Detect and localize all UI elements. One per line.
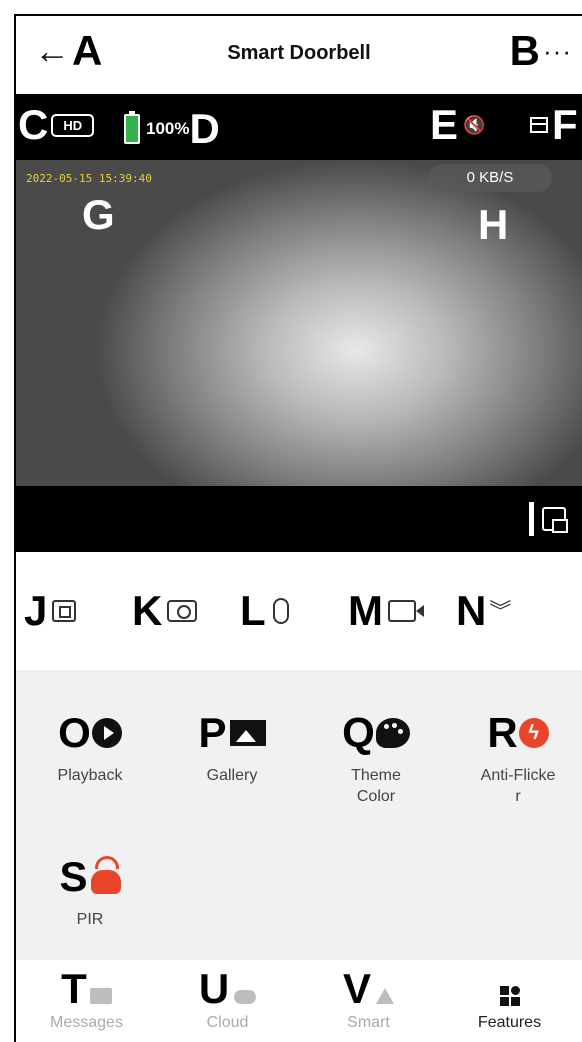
record-button[interactable]: M <box>348 590 456 632</box>
marker-r: R <box>487 709 517 756</box>
more-dots-icon: ··· <box>543 35 572 66</box>
hd-toggle[interactable]: C HD <box>18 101 95 148</box>
nav-cloud[interactable]: U Cloud <box>157 960 298 1042</box>
feature-gallery[interactable]: P Gallery <box>162 710 302 787</box>
marker-e: E <box>430 101 458 148</box>
nav-label: Features <box>477 1014 542 1031</box>
marker-f: F <box>552 101 578 148</box>
feature-anti-flicker[interactable]: R ϟ Anti-Flicke r <box>448 710 582 808</box>
marker-v: V <box>342 965 371 1012</box>
nav-smart[interactable]: V Smart <box>298 960 439 1042</box>
marker-u: U <box>198 965 229 1012</box>
nav-messages[interactable]: T Messages <box>16 960 157 1042</box>
flash-icon: ϟ <box>518 718 549 748</box>
nav-label: Smart <box>347 1014 390 1031</box>
fullscreen-button[interactable] <box>529 502 568 536</box>
features-panel: O Playback P Gallery Q Theme Color R ϟ A… <box>16 670 582 960</box>
mute-button[interactable]: E 🔇 <box>430 104 485 146</box>
play-icon <box>91 718 122 748</box>
chevron-down-double-icon: ︾ <box>489 598 512 624</box>
marker-j: J <box>24 587 47 634</box>
marker-i <box>529 502 534 536</box>
speaker-mute-icon: 🔇 <box>463 114 486 135</box>
marker-l: L <box>240 587 266 634</box>
feature-playback[interactable]: O Playback <box>20 710 160 787</box>
marker-c: C <box>18 101 48 148</box>
nav-label: Cloud <box>206 1014 249 1031</box>
features-icon <box>499 986 520 1006</box>
nav-label: Messages <box>50 1014 123 1031</box>
app-frame: ← A Smart Doorbell B ··· C HD 100% D E 🔇 <box>14 14 582 1042</box>
marker-o: O <box>58 709 91 756</box>
page-title: Smart Doorbell <box>227 42 371 64</box>
message-icon <box>89 988 112 1004</box>
view-mode-button[interactable]: F <box>530 101 578 148</box>
screenshot-button[interactable]: J <box>24 590 132 632</box>
marker-g: G <box>82 191 115 238</box>
nav-features[interactable]: Features <box>439 960 580 1042</box>
more-button[interactable]: B ··· <box>510 30 572 72</box>
feature-theme-color[interactable]: Q Theme Color <box>306 710 446 808</box>
pir-sensor-icon <box>90 856 121 894</box>
feature-pir[interactable]: S PIR <box>20 854 160 931</box>
marker-m: M <box>348 587 383 634</box>
camera-feed[interactable]: 2022-05-15 15:39:40 G 0 KB/S H <box>16 160 582 486</box>
feature-label: PIR <box>76 911 104 928</box>
expand-button[interactable]: N ︾ <box>456 590 564 632</box>
marker-d: D <box>189 105 219 152</box>
control-row: J K L M N ︾ <box>16 552 582 670</box>
marker-h: H <box>478 201 508 248</box>
marker-q: Q <box>342 709 375 756</box>
top-bar: ← A Smart Doorbell B ··· <box>16 16 582 94</box>
video-panel: C HD 100% D E 🔇 F 2022-05-15 15:39:40 G … <box>16 94 582 552</box>
smart-icon <box>376 988 394 1004</box>
gallery-icon <box>229 720 266 746</box>
marker-k: K <box>132 587 162 634</box>
feature-label: Gallery <box>206 767 258 784</box>
bottom-nav: T Messages U Cloud V Smart Features <box>16 960 582 1042</box>
camera-icon <box>167 600 198 622</box>
feature-label: Playback <box>57 767 123 784</box>
palette-icon <box>375 718 410 748</box>
marker-b: B <box>509 27 540 74</box>
hd-badge: HD <box>51 113 95 137</box>
bitrate-badge: 0 KB/S <box>428 164 552 192</box>
talk-button[interactable]: L <box>240 590 348 632</box>
fullscreen-icon <box>542 507 568 533</box>
marker-s: S <box>59 853 87 900</box>
feature-label: Theme Color <box>351 767 401 805</box>
video-toolbar: C HD 100% D E 🔇 F <box>16 94 582 158</box>
screenshot-icon <box>52 600 77 622</box>
cloud-icon <box>234 990 257 1004</box>
view-mode-icon <box>530 117 548 133</box>
marker-n: N <box>456 587 486 634</box>
battery-status: 100% D <box>124 105 220 152</box>
feature-label: Anti-Flicke r <box>480 767 556 805</box>
battery-percent: 100% <box>146 119 190 138</box>
video-record-icon <box>388 600 424 622</box>
marker-t: T <box>61 965 87 1012</box>
marker-p: P <box>198 709 226 756</box>
microphone-icon <box>272 598 289 624</box>
battery-icon <box>124 111 140 144</box>
snapshot-button[interactable]: K <box>132 590 240 632</box>
video-timestamp: 2022-05-15 15:39:40 <box>26 172 152 185</box>
